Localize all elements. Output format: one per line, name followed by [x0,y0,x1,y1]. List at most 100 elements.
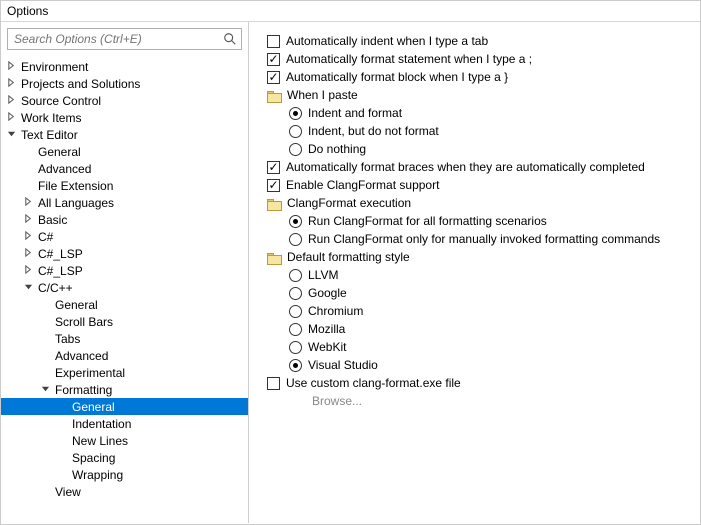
folder-icon [267,90,281,101]
tree-item-label: Indentation [72,417,131,431]
tree-item[interactable]: Formatting [1,381,248,398]
tree-item[interactable]: File Extension [1,177,248,194]
expand-icon[interactable] [7,78,18,89]
tree-item[interactable]: View [1,483,248,500]
tree-item-label: Source Control [21,94,101,108]
tree-item[interactable]: C#_LSP [1,262,248,279]
tree-item-label: Text Editor [21,128,78,142]
nav-tree[interactable]: EnvironmentProjects and Solutions Source … [1,56,248,523]
expand-icon[interactable] [24,265,35,276]
option-row: Chromium [267,302,700,320]
tree-item[interactable]: General [1,296,248,313]
tree-item[interactable]: Advanced [1,347,248,364]
tree-item-label: C# [38,230,53,244]
tree-item-label: General [72,400,115,414]
tree-spacer [58,418,69,429]
radio[interactable] [289,215,302,228]
expand-icon[interactable] [24,214,35,225]
tree-item[interactable]: Source Control [1,92,248,109]
checkbox[interactable]: ✓ [267,71,280,84]
option-label: Automatically indent when I type a tab [286,34,488,48]
tree-item[interactable]: C# [1,228,248,245]
main-split: EnvironmentProjects and Solutions Source … [1,22,700,523]
tree-item[interactable]: C/C++ [1,279,248,296]
tree-item-label: C#_LSP [38,264,83,278]
tree-item-label: General [38,145,81,159]
checkbox[interactable] [267,377,280,390]
tree-spacer [58,435,69,446]
radio[interactable] [289,287,302,300]
tree-item-label: Advanced [38,162,91,176]
search-input[interactable] [12,31,223,47]
expand-icon[interactable] [7,61,18,72]
tree-item[interactable]: General [1,398,248,415]
tree-item[interactable]: Tabs [1,330,248,347]
tree-spacer [41,299,52,310]
expand-icon[interactable] [24,231,35,242]
radio[interactable] [289,341,302,354]
tree-spacer [41,316,52,327]
radio[interactable] [289,107,302,120]
tree-item[interactable]: C#_LSP [1,245,248,262]
radio[interactable] [289,305,302,318]
expand-icon[interactable] [24,248,35,259]
browse-link[interactable]: Browse... [312,394,362,408]
tree-item[interactable]: New Lines [1,432,248,449]
tree-spacer [58,452,69,463]
radio[interactable] [289,233,302,246]
tree-spacer [24,163,35,174]
option-label: Default formatting style [287,250,410,264]
expand-icon[interactable] [41,384,52,395]
radio[interactable] [289,359,302,372]
tree-item[interactable]: General [1,143,248,160]
tree-item[interactable]: Environment [1,58,248,75]
radio[interactable] [289,323,302,336]
option-row: When I paste [267,86,700,104]
expand-icon[interactable] [7,129,18,140]
tree-item[interactable]: Spacing [1,449,248,466]
tree-item[interactable]: Indentation [1,415,248,432]
option-label: LLVM [308,268,338,282]
radio[interactable] [289,269,302,282]
tree-item-label: Formatting [55,383,112,397]
tree-item[interactable]: Experimental [1,364,248,381]
options-panel: Automatically indent when I type a tab ✓ A… [249,22,700,523]
tree-item-label: Environment [21,60,88,74]
option-row: LLVM [267,266,700,284]
tree-spacer [58,401,69,412]
tree-item[interactable]: Advanced [1,160,248,177]
tree-item[interactable]: Wrapping [1,466,248,483]
checkbox[interactable]: ✓ [267,179,280,192]
tree-item-label: View [55,485,81,499]
option-row: Indent, but do not format [267,122,700,140]
option-label: Indent, but do not format [308,124,439,138]
option-row: ClangFormat execution [267,194,700,212]
expand-icon[interactable] [7,95,18,106]
tree-item[interactable]: Work Items [1,109,248,126]
tree-item[interactable]: Scroll Bars [1,313,248,330]
checkbox[interactable]: ✓ [267,53,280,66]
tree-item-label: Wrapping [72,468,123,482]
folder-icon [267,198,281,209]
tree-item[interactable]: Text Editor [1,126,248,143]
tree-item[interactable]: Basic [1,211,248,228]
tree-item-label: Advanced [55,349,108,363]
tree-spacer [41,486,52,497]
option-label: Enable ClangFormat support [286,178,439,192]
option-label: Automatically format statement when I ty… [286,52,532,66]
radio[interactable] [289,125,302,138]
tree-item[interactable]: All Languages [1,194,248,211]
tree-item-label: All Languages [38,196,114,210]
expand-icon[interactable] [24,282,35,293]
option-label: Automatically format block when I type a… [286,70,508,84]
tree-item[interactable]: Projects and Solutions [1,75,248,92]
option-row: Indent and format [267,104,700,122]
expand-icon[interactable] [7,112,18,123]
checkbox[interactable] [267,35,280,48]
checkbox[interactable]: ✓ [267,161,280,174]
option-row: ✓ Automatically format statement when I t… [267,50,700,68]
radio[interactable] [289,143,302,156]
expand-icon[interactable] [24,197,35,208]
option-label: Run ClangFormat for all formatting scena… [308,214,547,228]
option-label: Chromium [308,304,363,318]
